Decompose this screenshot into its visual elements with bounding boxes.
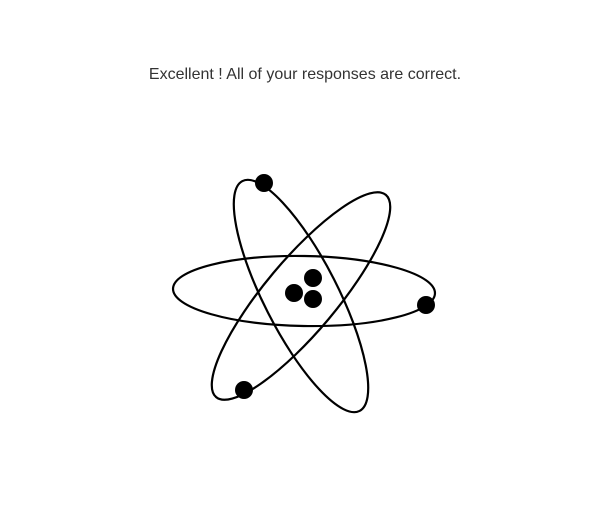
electron xyxy=(417,296,435,314)
electron xyxy=(235,381,253,399)
atom-icon xyxy=(171,174,437,414)
orbit-horizontal xyxy=(171,254,437,328)
electron xyxy=(255,174,273,192)
nucleus-particle xyxy=(304,290,322,308)
nucleus-particle xyxy=(285,284,303,302)
nucleus-particle xyxy=(304,269,322,287)
